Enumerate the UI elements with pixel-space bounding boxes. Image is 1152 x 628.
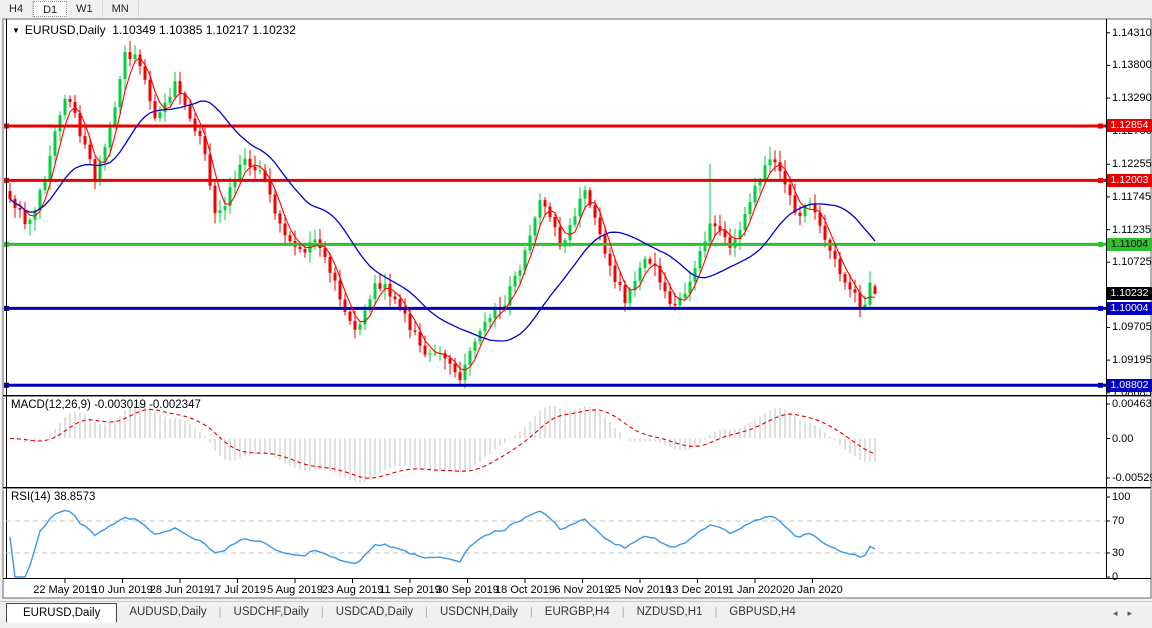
date-tick-label: 28 Jun 2019	[149, 584, 211, 596]
date-tick-label: 17 Jul 2019	[209, 584, 266, 596]
timeframe-toolbar: H4 D1 W1 MN	[0, 0, 1152, 18]
chart-tab-eurgbp[interactable]: EURGBP,H4	[533, 603, 622, 621]
price-tick: 1.09195	[1112, 354, 1152, 367]
price-tick: 1.12255	[1112, 158, 1152, 171]
chart-title: ▼ EURUSD,Daily 1.10349 1.10385 1.10217 1.…	[12, 23, 296, 37]
date-tick-label: 13 Dec 2019	[666, 584, 729, 596]
indicator-axis-tick: -0.005299	[1112, 472, 1152, 484]
indicator-axis-tick: 0.00	[1112, 432, 1134, 445]
chart-tab-usdcnh[interactable]: USDCNH,Daily	[428, 603, 530, 621]
price-tick: 1.11235	[1112, 223, 1151, 236]
hline-handle-right[interactable]	[1098, 241, 1103, 247]
chevron-down-icon[interactable]: ▼	[12, 26, 20, 35]
indicator-axis-tick: 0	[1112, 571, 1119, 583]
chart-tab-eurusd[interactable]: EURUSD,Daily	[6, 603, 118, 623]
date-tick-label: 5 Aug 2019	[267, 584, 323, 596]
hline-handle-right[interactable]	[1098, 177, 1103, 183]
timeframe-button-mn[interactable]: MN	[103, 1, 139, 17]
chart-tab-gbpusd[interactable]: GBPUSD,H4	[717, 603, 807, 621]
date-tick-label: 10 Jun 2019	[92, 584, 153, 596]
chart-tab-audusd[interactable]: AUDUSD,Daily	[117, 603, 218, 621]
indicator-axis-tick: 0.00463	[1112, 398, 1152, 410]
timeframe-button-w1[interactable]: W1	[67, 1, 103, 17]
price-tick: 1.10725	[1112, 256, 1152, 269]
ohlc-values: 1.10349 1.10385 1.10217 1.10232	[112, 23, 296, 37]
date-tick-label: 11 Sep 2019	[379, 584, 441, 596]
rsi-indicator-label: RSI(14) 38.8573	[11, 491, 96, 503]
timeframe-button-d1[interactable]: D1	[33, 1, 68, 17]
tab-scroll-left-icon[interactable]: ◂	[1113, 608, 1128, 618]
hline-handle-right[interactable]	[1098, 305, 1103, 311]
indicator-axis-tick: 100	[1112, 491, 1131, 503]
chart-tab-bar: EURUSD,Daily AUDUSD,Daily | USDCHF,Daily | US…	[0, 601, 1152, 628]
level-price-badge: 1.10004	[1107, 301, 1152, 315]
price-tick: 1.13800	[1112, 59, 1152, 72]
level-price-badge: 1.12854	[1107, 119, 1152, 133]
tab-scroll-right-icon[interactable]: ▸	[1127, 608, 1142, 618]
hline-handle-right[interactable]	[1098, 382, 1103, 388]
timeframe-button-h4[interactable]: H4	[0, 1, 34, 17]
date-tick-label: 30 Sep 2019	[436, 584, 499, 596]
date-tick-label: 1 Jan 2020	[727, 584, 783, 596]
hline-handle-right[interactable]	[1098, 123, 1103, 129]
macd-indicator-label: MACD(12,26,9) -0.003019 -0.002347	[11, 399, 201, 411]
indicator-axis-tick: 30	[1112, 547, 1125, 559]
date-tick-label: 25 Nov 2019	[608, 584, 672, 596]
level-price-badge: 1.08802	[1107, 378, 1152, 392]
indicator-axis-tick: 70	[1112, 515, 1125, 527]
chart-tab-nzdusd[interactable]: NZDUSD,H1	[625, 603, 715, 621]
mt4-terminal: H4 D1 W1 MN ▼ EURUSD,Daily 1.10349 1.10385 1…	[0, 0, 1152, 628]
price-tick: 1.14310	[1112, 26, 1152, 39]
level-price-badge: 1.11004	[1107, 237, 1152, 251]
date-tick-label: 6 Nov 2019	[554, 584, 611, 596]
date-tick-label: 20 Jan 2020	[782, 584, 843, 596]
date-tick-label: 22 May 2019	[33, 584, 97, 596]
price-tick: 1.09705	[1112, 321, 1152, 334]
level-price-badge: 1.12003	[1107, 173, 1152, 187]
chart-tab-usdcad[interactable]: USDCAD,Daily	[324, 603, 425, 621]
tab-scroll-arrows[interactable]: ◂▸	[1113, 608, 1142, 619]
price-tick: 1.13290	[1112, 92, 1152, 105]
price-tick: 1.11745	[1112, 190, 1151, 203]
symbol-name: EURUSD,Daily	[24, 23, 106, 37]
date-tick-label: 23 Aug 2019	[321, 584, 384, 596]
chart-tab-usdchf[interactable]: USDCHF,Daily	[222, 603, 321, 621]
current-price-badge: 1.10232	[1107, 287, 1152, 301]
date-tick-label: 18 Oct 2019	[495, 584, 555, 596]
